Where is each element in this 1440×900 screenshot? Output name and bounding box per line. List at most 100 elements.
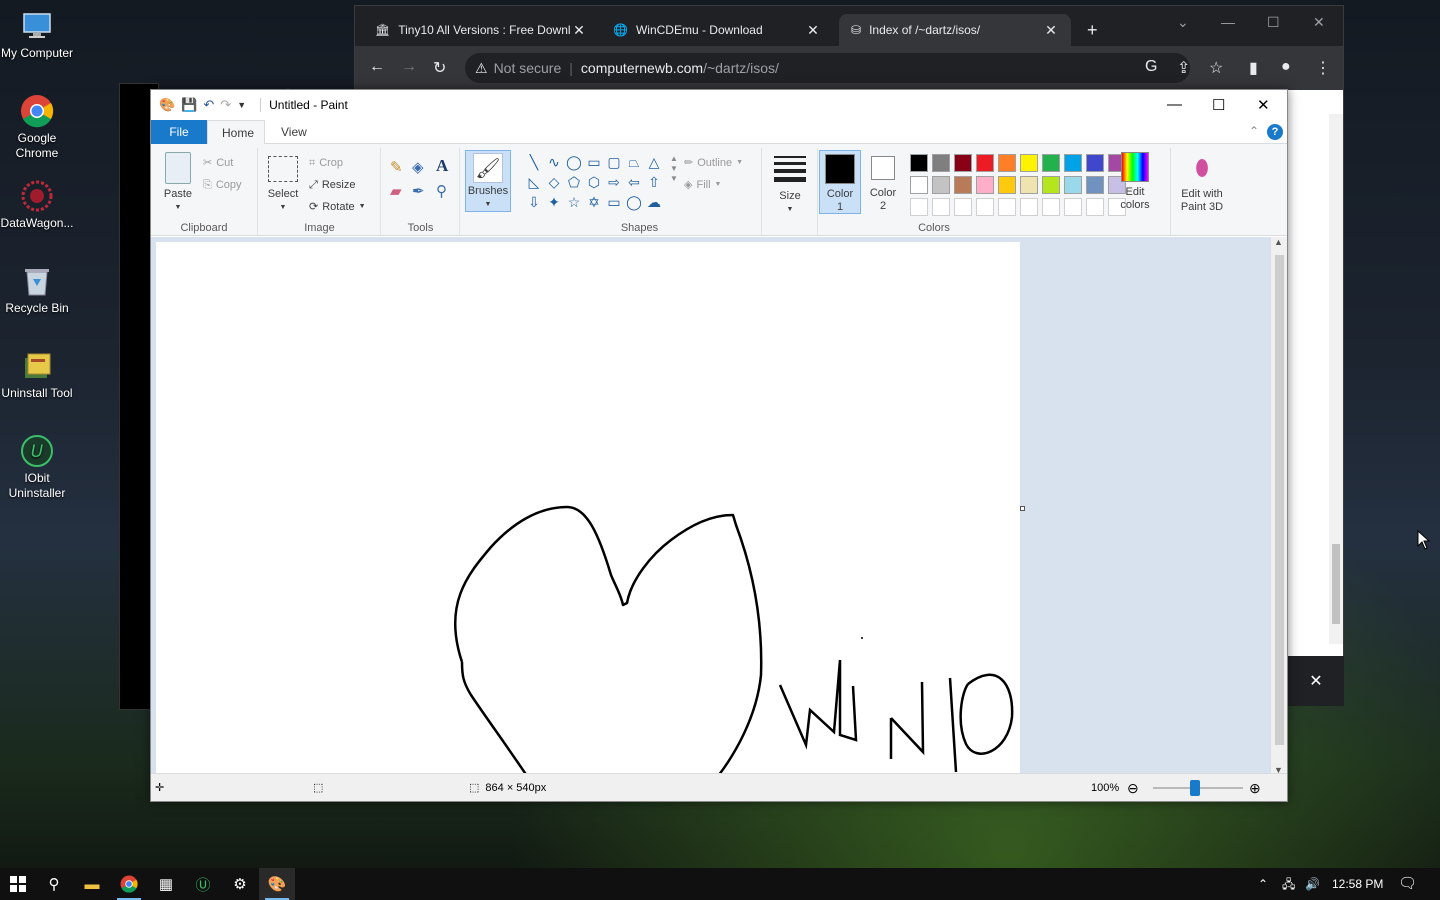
redo-icon[interactable]: ↷: [220, 97, 231, 113]
taskbar-chrome-icon[interactable]: [111, 868, 147, 900]
bookmark-star-icon[interactable]: ☆: [1209, 58, 1223, 78]
left-arrow-shape-icon[interactable]: ⇦: [624, 172, 644, 192]
color-swatch[interactable]: [954, 154, 972, 172]
color-swatch[interactable]: [1020, 198, 1038, 216]
zoom-in-icon[interactable]: ⊕: [1249, 774, 1261, 802]
color-swatch[interactable]: [998, 154, 1016, 172]
six-point-star-shape-icon[interactable]: ✡: [584, 192, 604, 212]
size-button[interactable]: Size ▼: [769, 152, 811, 216]
color-swatch[interactable]: [976, 198, 994, 216]
eraser-icon[interactable]: ▰: [390, 182, 402, 200]
chrome-tab-wincdemu[interactable]: 🌐 WinCDEmu - Download ✕: [601, 14, 833, 46]
color-swatch[interactable]: [910, 176, 928, 194]
curve-shape-icon[interactable]: ∿: [544, 152, 564, 172]
cut-button[interactable]: ✂ Cut: [203, 154, 233, 172]
maximize-button[interactable]: ☐: [1267, 14, 1280, 31]
canvas-vertical-scrollbar[interactable]: ▲ ▼: [1271, 237, 1287, 775]
canvas-resize-handle[interactable]: [1020, 506, 1025, 511]
color-swatch[interactable]: [954, 176, 972, 194]
right-triangle-shape-icon[interactable]: ◺: [524, 172, 544, 192]
close-button[interactable]: ✕: [1313, 14, 1325, 31]
close-icon[interactable]: ✕: [1043, 22, 1059, 39]
color-swatch[interactable]: [998, 176, 1016, 194]
color-swatch[interactable]: [1020, 154, 1038, 172]
desktop-icon-datawagon[interactable]: DataWagon...: [0, 178, 74, 263]
search-icon[interactable]: ⚲: [36, 868, 72, 900]
shapes-scroll-icon[interactable]: ▲ ▼ ▼: [670, 154, 678, 184]
color-swatch[interactable]: [932, 176, 950, 194]
shapes-gallery[interactable]: ╲ ∿ ◯ ▭ ▢ ⏢ △ ◺ ◇ ⬠ ⬡ ⇨ ⇦ ⇧ ⇩ ✦ ☆ ✡ ▭ ◯ ☁: [524, 152, 668, 212]
taskbar-paint-icon[interactable]: 🎨: [259, 868, 295, 900]
chrome-scrollbar[interactable]: [1329, 114, 1343, 644]
desktop-icon-my-computer[interactable]: My Computer: [0, 8, 74, 93]
color-swatch[interactable]: [998, 198, 1016, 216]
color-swatch[interactable]: [1064, 154, 1082, 172]
reload-icon[interactable]: ↻: [433, 58, 446, 78]
color-swatch[interactable]: [932, 154, 950, 172]
chrome-tab-index[interactable]: ⛁ Index of /~dartz/isos/ ✕: [839, 14, 1071, 46]
text-icon[interactable]: A: [436, 156, 448, 176]
hexagon-shape-icon[interactable]: ⬡: [584, 172, 604, 192]
volume-icon[interactable]: 🔊: [1305, 868, 1320, 900]
rectangle-shape-icon[interactable]: ▭: [584, 152, 604, 172]
zoom-slider-thumb[interactable]: [1190, 780, 1200, 796]
help-icon[interactable]: ?: [1267, 124, 1283, 140]
google-icon[interactable]: G: [1145, 58, 1157, 76]
desktop-icon-recycle-bin[interactable]: Recycle Bin: [0, 263, 74, 348]
color-swatch[interactable]: [1086, 198, 1104, 216]
color-swatch[interactable]: [1086, 154, 1104, 172]
color-swatch[interactable]: [1086, 176, 1104, 194]
paste-button[interactable]: Paste ▼: [159, 152, 197, 214]
four-point-star-shape-icon[interactable]: ✦: [544, 192, 564, 212]
file-explorer-icon[interactable]: ▬: [74, 868, 110, 900]
color-picker-icon[interactable]: ✒: [412, 182, 425, 200]
up-arrow-shape-icon[interactable]: ⇧: [644, 172, 664, 192]
oval-shape-icon[interactable]: ◯: [564, 152, 584, 172]
polygon-shape-icon[interactable]: ⏢: [624, 152, 644, 172]
copy-button[interactable]: ⎘ Copy: [203, 176, 242, 194]
close-icon[interactable]: ✕: [1288, 656, 1344, 706]
desktop-icon-uninstall-tool[interactable]: Uninstall Tool: [0, 348, 74, 433]
color-swatch[interactable]: [1042, 176, 1060, 194]
fill-button[interactable]: ◈ Fill ▼: [684, 176, 721, 194]
brushes-button[interactable]: 🖌 Brushes ▼: [465, 150, 511, 212]
color-swatch[interactable]: [910, 154, 928, 172]
edit-with-paint3d-button[interactable]: ⬮ Edit with Paint 3D: [1174, 150, 1230, 214]
triangle-shape-icon[interactable]: △: [644, 152, 664, 172]
settings-gear-icon[interactable]: ⚙: [222, 868, 258, 900]
tab-home[interactable]: Home: [207, 120, 265, 144]
magnifier-icon[interactable]: ⚲: [436, 182, 447, 200]
minimize-button[interactable]: —: [1167, 96, 1182, 113]
color-swatch[interactable]: [976, 154, 994, 172]
zoom-out-icon[interactable]: ⊖: [1127, 774, 1139, 802]
rounded-rectangle-shape-icon[interactable]: ▢: [604, 152, 624, 172]
back-icon[interactable]: ←: [369, 58, 385, 76]
side-panel-icon[interactable]: ▮: [1249, 58, 1258, 78]
color-swatch[interactable]: [932, 198, 950, 216]
pencil-icon[interactable]: ✎: [390, 158, 403, 176]
drawing-canvas[interactable]: [156, 242, 1020, 900]
color-swatch[interactable]: [910, 198, 928, 216]
save-icon[interactable]: 💾: [181, 97, 197, 113]
tab-search-icon[interactable]: ⌄: [1177, 14, 1189, 31]
desktop-icon-google-chrome[interactable]: Google Chrome: [0, 93, 74, 178]
network-icon[interactable]: 🖧: [1282, 868, 1295, 900]
chrome-tab-tiny10[interactable]: 🏛 Tiny10 All Versions : Free Downl ✕: [363, 14, 599, 46]
color-swatch[interactable]: [1064, 198, 1082, 216]
minimize-button[interactable]: —: [1221, 14, 1235, 30]
scrollbar-thumb[interactable]: [1275, 255, 1284, 745]
start-button[interactable]: [0, 868, 36, 900]
close-icon[interactable]: ✕: [805, 22, 821, 39]
forward-icon[interactable]: →: [401, 58, 417, 76]
notifications-icon[interactable]: 🗨: [1398, 868, 1417, 900]
line-shape-icon[interactable]: ╲: [524, 152, 544, 172]
outline-button[interactable]: ✏ Outline ▼: [684, 154, 743, 172]
resize-button[interactable]: ⤢ Resize: [309, 176, 355, 194]
scroll-up-icon[interactable]: ▲: [1274, 237, 1283, 247]
color-swatch[interactable]: [1020, 176, 1038, 194]
fill-icon[interactable]: ◈: [412, 158, 424, 176]
tab-file[interactable]: File: [151, 120, 207, 144]
menu-icon[interactable]: ⋮: [1315, 58, 1331, 78]
pentagon-shape-icon[interactable]: ⬠: [564, 172, 584, 192]
color-swatch[interactable]: [954, 198, 972, 216]
